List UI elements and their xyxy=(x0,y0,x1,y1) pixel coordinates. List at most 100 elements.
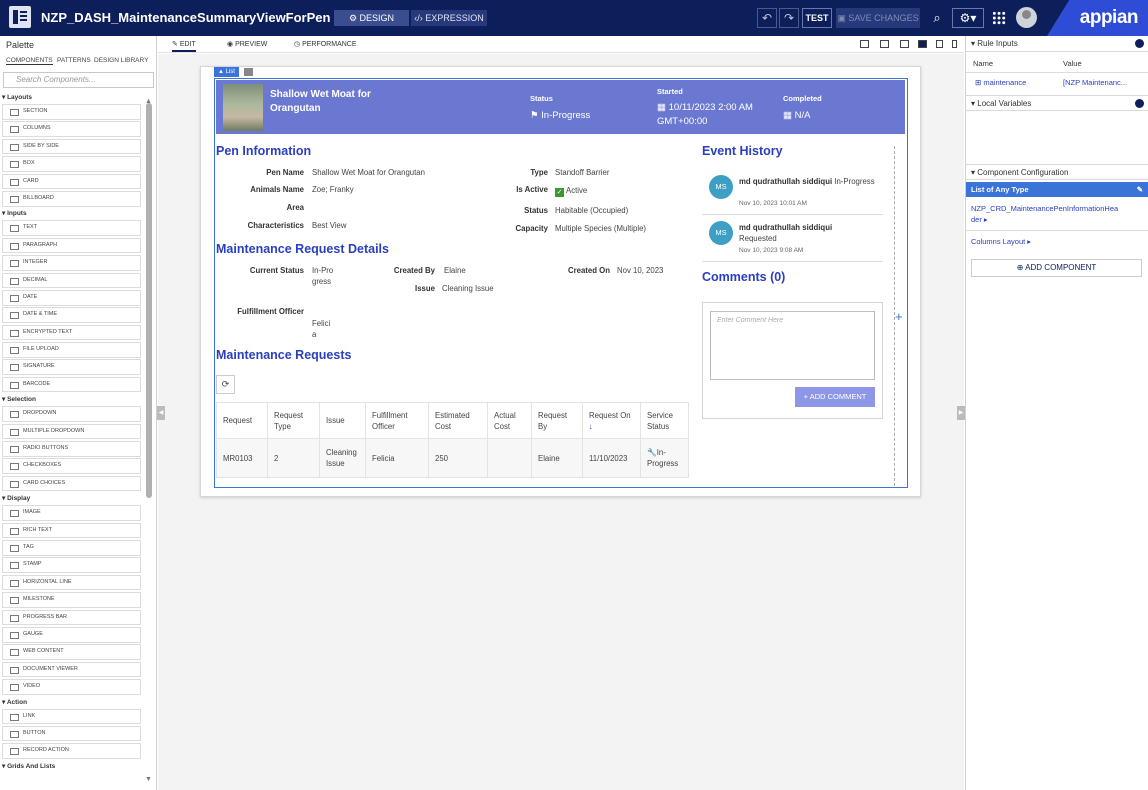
local-variables-header[interactable]: ▾ Local Variables xyxy=(965,95,1148,111)
palette-item-rich-text[interactable]: RICH TEXT xyxy=(2,522,141,539)
column-header[interactable]: Request Type xyxy=(267,402,320,439)
fit-width-icon[interactable] xyxy=(860,40,869,48)
palette-section-header[interactable]: ▾ Action xyxy=(0,697,145,709)
search-objects-icon[interactable]: ⌕ xyxy=(929,9,945,27)
palette-section-header[interactable]: ▾ Display xyxy=(0,493,145,505)
add-component-button[interactable]: ⊕ ADD COMPONENT xyxy=(971,259,1142,277)
header-component-link[interactable]: NZP_CRD_MaintenancePenInformationHeader … xyxy=(971,203,1121,225)
palette-item-stamp[interactable]: STAMP xyxy=(2,557,141,573)
tablet-portrait-icon[interactable] xyxy=(936,40,943,48)
palette-item-paragraph[interactable]: PARAGRAPH xyxy=(2,237,141,254)
table-row: MR0103 2 Cleaning Issue Felicia 250 Elai… xyxy=(216,438,689,478)
add-column-icon[interactable]: + xyxy=(895,309,903,324)
palette-item-barcode[interactable]: BARCODE xyxy=(2,376,141,393)
rule-input-name[interactable]: ⊞ maintenance xyxy=(975,78,1026,87)
palette-item-document-viewer[interactable]: DOCUMENT VIEWER xyxy=(2,661,141,678)
tab-performance[interactable]: ◷ PERFORMANCE xyxy=(294,40,357,48)
palette-item-web-content[interactable]: WEB CONTENT xyxy=(2,644,141,660)
palette-section-header[interactable]: ▾ Inputs xyxy=(0,208,145,220)
palette-item-card[interactable]: CARD xyxy=(2,173,141,190)
column-header[interactable]: Service Status xyxy=(640,402,689,439)
palette-item-multiple-dropdown[interactable]: MULTIPLE DROPDOWN xyxy=(2,423,141,440)
rule-input-value[interactable]: [NZP Maintenanc... xyxy=(1063,78,1127,87)
save-changes-button[interactable]: ▣ SAVE CHANGES xyxy=(836,8,920,28)
palette-item-record-action[interactable]: RECORD ACTION xyxy=(2,743,141,759)
palette-item-side-by-side[interactable]: SIDE BY SIDE xyxy=(2,138,141,155)
refresh-icon[interactable]: ⟳ xyxy=(216,375,235,394)
palette-item-card-choices[interactable]: CARD CHOICES xyxy=(2,475,141,492)
palette-section-header[interactable]: ▾ Grids And Lists xyxy=(0,761,145,773)
palette-item-integer[interactable]: INTEGER xyxy=(2,255,141,271)
undo-icon[interactable]: ↶ xyxy=(757,8,777,28)
user-avatar[interactable] xyxy=(1016,7,1037,28)
selected-component[interactable]: List of Any Type ✎ xyxy=(966,182,1148,197)
column-header[interactable]: Request xyxy=(216,402,268,439)
palette-item-horizontal-line[interactable]: HORIZONTAL LINE xyxy=(2,574,141,591)
columns-layout-link[interactable]: Columns Layout ▸ xyxy=(971,236,1031,247)
palette-item-signature[interactable]: SIGNATURE xyxy=(2,359,141,376)
laptop-icon[interactable] xyxy=(900,40,909,48)
app-grid-icon[interactable] xyxy=(992,11,1006,25)
column-header[interactable]: Request By xyxy=(531,402,583,439)
selection-menu-icon[interactable] xyxy=(244,68,253,76)
palette-item-dropdown[interactable]: DROPDOWN xyxy=(2,406,141,422)
rule-inputs-header[interactable]: ▾ Rule Inputs xyxy=(965,36,1148,52)
palette-item-button[interactable]: BUTTON xyxy=(2,725,141,742)
settings-gear-icon[interactable]: ⚙▾ xyxy=(952,8,984,28)
column-header[interactable]: Fulfillment Officer xyxy=(365,402,429,439)
palette-item-milestone[interactable]: MILESTONE xyxy=(2,592,141,608)
tab-design-library[interactable]: DESIGN LIBRARY xyxy=(94,57,148,64)
palette-section-header[interactable]: ▾ Layouts xyxy=(0,92,145,104)
palette-item-decimal[interactable]: DECIMAL xyxy=(2,272,141,289)
scroll-down-icon[interactable]: ▼ xyxy=(145,776,152,783)
collapse-left-icon[interactable]: ◀ xyxy=(157,406,165,420)
request-id-link[interactable]: MR0103 xyxy=(216,438,268,478)
palette-item-progress-bar[interactable]: PROGRESS BAR xyxy=(2,609,141,626)
palette-item-video[interactable]: VIDEO xyxy=(2,679,141,695)
palette-item-date[interactable]: DATE xyxy=(2,289,141,306)
palette-section-header[interactable]: ▾ Selection xyxy=(0,394,145,406)
palette-item-tag[interactable]: TAG xyxy=(2,539,141,556)
palette-item-file-upload[interactable]: FILE UPLOAD xyxy=(2,342,141,358)
selection-tag[interactable]: ▲ List xyxy=(214,67,239,77)
desktop-icon[interactable] xyxy=(880,40,889,48)
tab-preview[interactable]: ◉ PREVIEW xyxy=(227,40,267,48)
design-mode-button[interactable]: ⚙ DESIGN xyxy=(334,10,409,26)
collapse-right-icon[interactable]: ▶ xyxy=(957,406,965,420)
sort-down-icon[interactable]: ↓ xyxy=(589,422,593,431)
add-rule-input-icon[interactable] xyxy=(1135,39,1144,48)
comment-textarea[interactable]: Enter Comment Here xyxy=(710,311,875,380)
edit-icon[interactable]: ✎ xyxy=(1137,182,1143,197)
tab-edit[interactable]: ✎ EDIT xyxy=(172,40,196,52)
column-header[interactable]: Issue xyxy=(319,402,366,439)
palette-item-box[interactable]: BOX xyxy=(2,156,141,172)
tab-components[interactable]: COMPONENTS xyxy=(6,57,53,65)
officer-cell: Felicia xyxy=(365,438,429,478)
test-button[interactable]: TEST xyxy=(802,8,832,28)
palette-item-columns[interactable]: COLUMNS xyxy=(2,121,141,137)
palette-item-encrypted-text[interactable]: ENCRYPTED TEXT xyxy=(2,324,141,341)
component-search-input[interactable]: Search Components... xyxy=(3,72,154,88)
palette-item-text[interactable]: TEXT xyxy=(2,220,141,236)
add-local-variable-icon[interactable] xyxy=(1135,99,1144,108)
pen-name-value: Shallow Wet Moat for Orangutan xyxy=(312,168,425,177)
palette-item-section[interactable]: SECTION xyxy=(2,104,141,120)
palette-item-date-time[interactable]: DATE & TIME xyxy=(2,307,141,323)
palette-item-link[interactable]: LINK xyxy=(2,708,141,725)
redo-icon[interactable]: ↷ xyxy=(779,8,799,28)
palette-item-image[interactable]: IMAGE xyxy=(2,505,141,521)
phone-icon[interactable] xyxy=(952,40,957,48)
palette-item-checkboxes[interactable]: CHECKBOXES xyxy=(2,458,141,475)
tablet-landscape-icon[interactable] xyxy=(918,40,927,48)
expression-mode-button[interactable]: ‹/› EXPRESSION xyxy=(411,10,487,26)
palette-scrollbar[interactable] xyxy=(146,103,152,498)
column-header[interactable]: Estimated Cost xyxy=(428,402,488,439)
palette-item-billboard[interactable]: BILLBOARD xyxy=(2,190,141,207)
column-header[interactable]: Actual Cost xyxy=(487,402,532,439)
palette-item-radio-buttons[interactable]: RADIO BUTTONS xyxy=(2,441,141,457)
tab-patterns[interactable]: PATTERNS xyxy=(57,57,91,64)
palette-item-gauge[interactable]: GAUGE xyxy=(2,626,141,643)
column-header[interactable]: Request On ↓ xyxy=(582,402,641,439)
add-comment-button[interactable]: + ADD COMMENT xyxy=(795,387,875,407)
component-configuration-header[interactable]: ▾ Component Configuration xyxy=(965,164,1148,180)
